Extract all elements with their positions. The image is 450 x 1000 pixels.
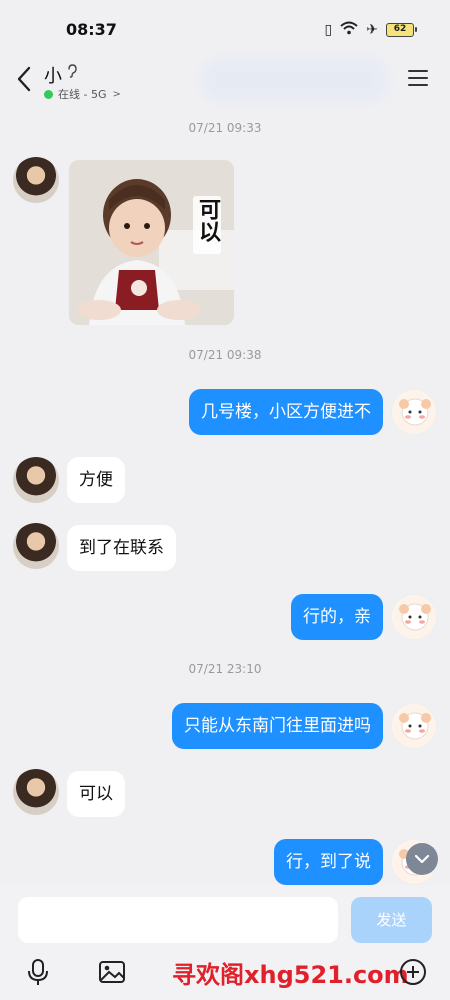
ear-icon (66, 64, 78, 82)
online-dot (44, 89, 53, 99)
my-avatar[interactable] (391, 389, 437, 435)
menu-icon-line (408, 70, 428, 72)
contact-avatar[interactable] (13, 157, 59, 203)
contact-avatar[interactable] (13, 769, 59, 815)
incoming-message[interactable]: 到了在联系 (67, 525, 176, 571)
send-button[interactable]: 发送 (351, 897, 432, 943)
outgoing-message[interactable]: 几号楼，小区方便进不 (189, 389, 383, 435)
blurred-region (200, 58, 390, 102)
status-time: 08:37 (66, 20, 117, 39)
sticker-image[interactable]: 可以 (69, 160, 234, 325)
battery-icon: 62 (386, 23, 417, 37)
sticker-caption: 可以 (195, 198, 220, 242)
timestamp: 07/21 23:10 (188, 662, 262, 676)
vibrate-icon: ▯ (324, 22, 333, 38)
outgoing-message[interactable]: 行的，亲 (291, 594, 383, 640)
sheep-avatar-icon (393, 596, 436, 639)
my-avatar[interactable] (391, 594, 437, 640)
microphone-icon (28, 959, 48, 985)
contact-avatar[interactable] (13, 523, 59, 569)
status-bar: 08:37 ▯ ✈ 62 (0, 0, 450, 58)
sheep-avatar-icon (393, 391, 436, 434)
sheep-avatar-icon (393, 705, 436, 748)
voice-button[interactable] (23, 957, 53, 987)
chat-header: 小 在线 - 5G > (0, 58, 450, 108)
back-button[interactable] (14, 64, 38, 94)
menu-icon-line (408, 84, 428, 86)
online-status[interactable]: 在线 - 5G > (44, 86, 121, 102)
message-input[interactable] (18, 897, 338, 943)
more-button[interactable] (398, 957, 428, 987)
watermark: 寻欢阁xhg521.com (172, 961, 409, 989)
timestamp: 07/21 09:38 (188, 348, 262, 362)
chevron-right-icon: > (112, 88, 121, 100)
image-icon (99, 961, 125, 983)
contact-avatar[interactable] (13, 457, 59, 503)
outgoing-message[interactable]: 只能从东南门往里面进吗 (172, 703, 383, 749)
timestamp: 07/21 09:33 (188, 121, 262, 135)
image-button[interactable] (97, 957, 127, 987)
contact-name[interactable]: 小 (44, 62, 62, 88)
my-avatar[interactable] (391, 703, 437, 749)
scroll-to-bottom-button[interactable] (406, 843, 438, 875)
airplane-icon: ✈ (366, 22, 378, 38)
menu-icon-line (408, 77, 428, 79)
menu-button[interactable] (408, 70, 430, 88)
incoming-message[interactable]: 可以 (67, 771, 125, 817)
chevron-down-icon (414, 854, 430, 864)
incoming-message[interactable]: 方便 (67, 457, 125, 503)
status-icons: ▯ ✈ 62 (324, 21, 417, 39)
online-status-text: 在线 - 5G (58, 88, 107, 101)
input-area: 发送 寻欢阁xhg521.com (0, 885, 450, 1000)
chevron-left-icon (17, 66, 31, 92)
plus-circle-icon (400, 959, 426, 985)
wifi-icon (340, 21, 358, 39)
outgoing-message[interactable]: 行，到了说 (274, 839, 383, 885)
child-sticker-illustration (69, 160, 234, 325)
